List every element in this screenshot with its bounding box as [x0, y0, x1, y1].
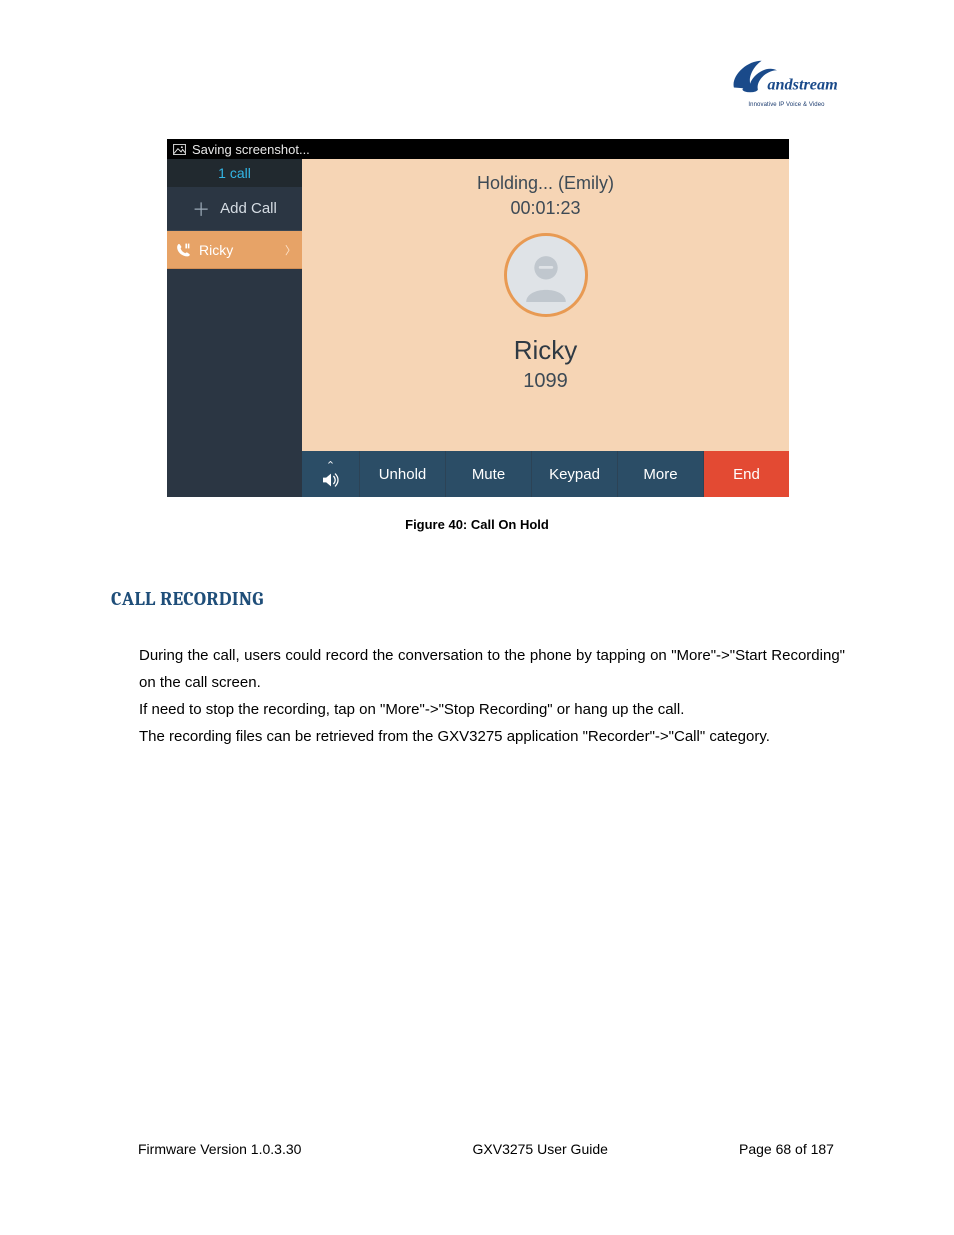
sidebar-contact-name: Ricky — [199, 242, 233, 258]
page-footer: Firmware Version 1.0.3.30 GXV3275 User G… — [0, 1141, 954, 1157]
call-count-row[interactable]: 1 call — [167, 159, 302, 187]
more-button[interactable]: More — [618, 451, 704, 497]
add-call-button[interactable]: ＋ Add Call — [167, 187, 302, 231]
audio-route-button[interactable]: ⌃ — [302, 451, 360, 497]
plus-icon: ＋ — [192, 196, 210, 222]
end-call-button[interactable]: End — [704, 451, 789, 497]
call-detail-pane: Holding... (Emily) 00:01:23 Ricky 1099 ⌃ — [302, 159, 789, 497]
call-status-text: Holding... (Emily) — [302, 173, 789, 194]
call-action-bar: ⌃ Unhold Mute Keypad More End — [302, 451, 789, 497]
mute-button[interactable]: Mute — [446, 451, 532, 497]
paragraph-1: During the call, users could record the … — [139, 642, 845, 696]
footer-firmware: Firmware Version 1.0.3.30 — [138, 1141, 301, 1157]
statusbar-text: Saving screenshot... — [192, 142, 310, 157]
section-heading: CALL RECORDING — [111, 588, 264, 610]
chevron-up-icon: ⌃ — [326, 461, 335, 471]
add-call-label: Add Call — [220, 200, 277, 217]
call-contact-number: 1099 — [302, 370, 789, 393]
figure-caption: Figure 40: Call On Hold — [0, 517, 954, 532]
chevron-right-icon: 〉 — [285, 242, 296, 258]
unhold-button[interactable]: Unhold — [360, 451, 446, 497]
sidebar-active-call[interactable]: Ricky 〉 — [167, 231, 302, 269]
call-count-label: 1 call — [218, 165, 251, 181]
footer-page: Page 68 of 187 — [739, 1141, 834, 1157]
brand-tagline: Innovative IP Voice & Video — [729, 102, 844, 108]
contact-avatar — [504, 233, 588, 317]
svg-text:andstream: andstream — [767, 75, 837, 93]
grandstream-logo-icon: andstream — [729, 55, 844, 99]
speaker-icon — [321, 472, 341, 488]
call-contact-name: Ricky — [302, 335, 789, 366]
status-bar: Saving screenshot... — [167, 139, 789, 159]
picture-icon — [173, 144, 186, 155]
call-timer: 00:01:23 — [302, 198, 789, 219]
phone-hold-icon — [175, 242, 191, 258]
brand-logo: andstream Innovative IP Voice & Video — [729, 55, 844, 108]
paragraph-3: The recording files can be retrieved fro… — [139, 723, 845, 750]
phone-screenshot: Saving screenshot... 1 call ＋ Add Call R… — [167, 139, 789, 497]
call-sidebar: 1 call ＋ Add Call Ricky 〉 — [167, 159, 302, 497]
keypad-button[interactable]: Keypad — [532, 451, 618, 497]
person-icon — [519, 248, 573, 302]
paragraph-2: If need to stop the recording, tap on "M… — [139, 696, 845, 723]
footer-doc-title: GXV3275 User Guide — [473, 1141, 608, 1157]
body-text: During the call, users could record the … — [139, 642, 845, 750]
